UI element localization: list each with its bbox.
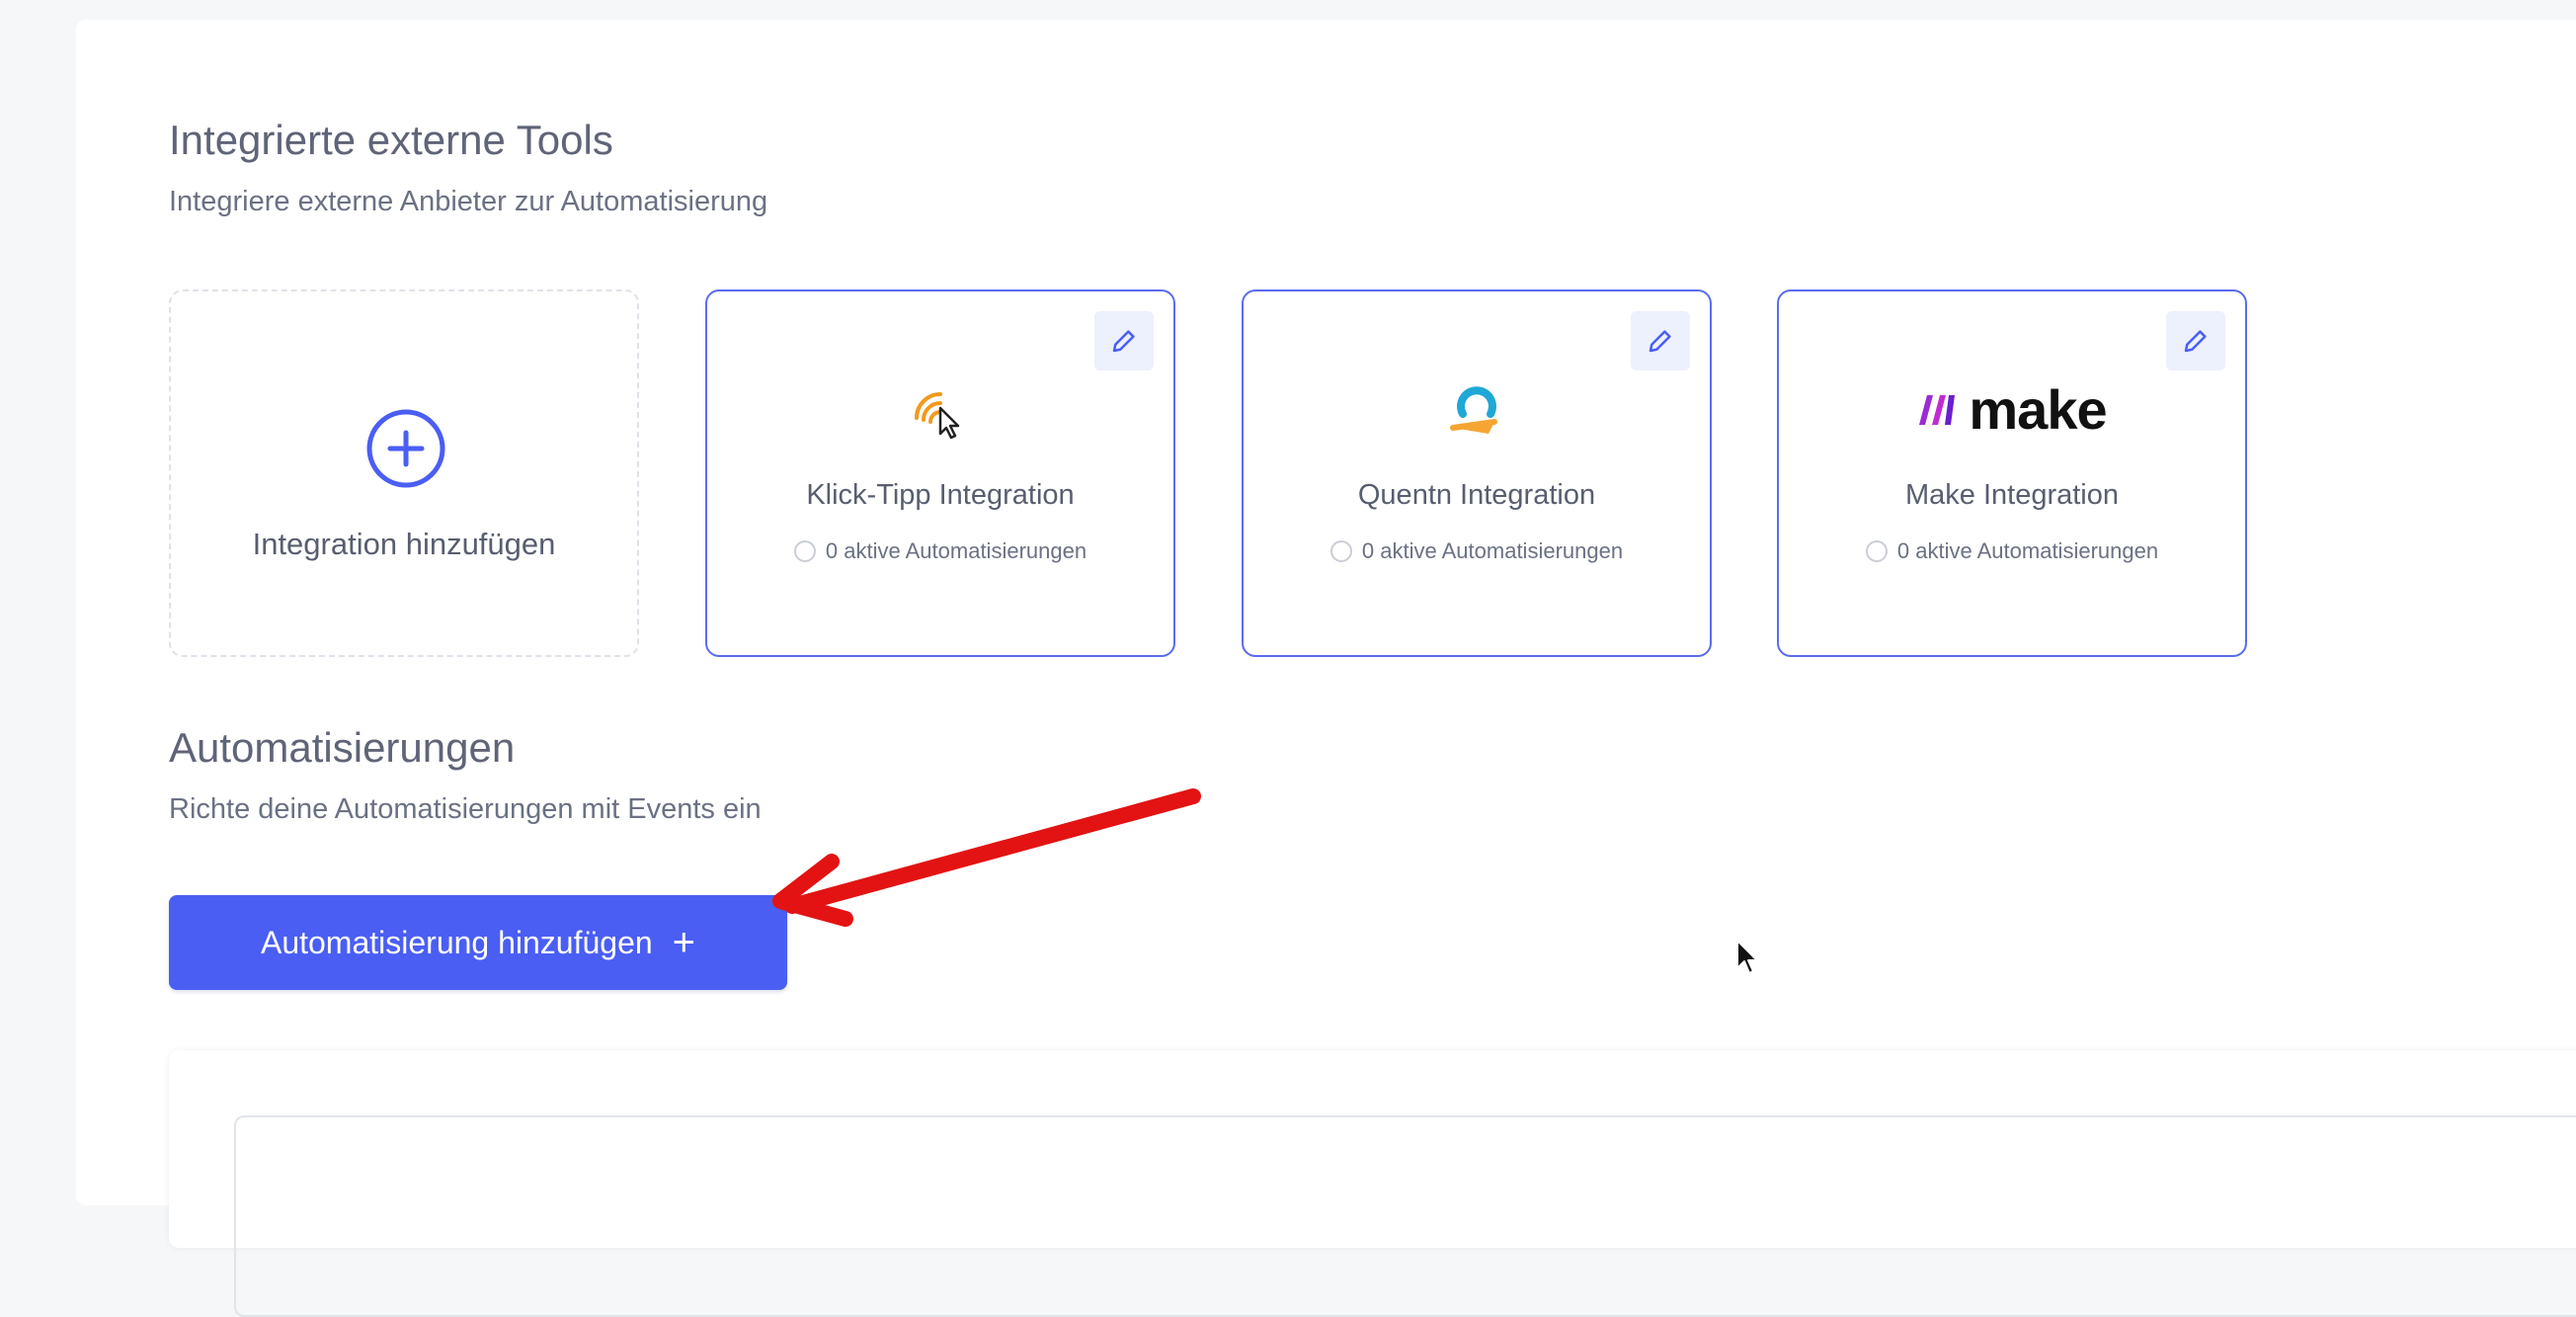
pencil-icon (1112, 330, 1135, 353)
integration-card-klick-tipp[interactable]: Klick-Tipp Integration 0 aktive Automati… (705, 289, 1175, 657)
integration-status: 0 aktive Automatisierungen (707, 538, 1173, 564)
integration-name: Make Integration (1904, 479, 2119, 511)
add-integration-card[interactable]: Integration hinzufügen (169, 289, 639, 657)
integration-card-make[interactable]: make Make Integration 0 aktive Automatis… (1777, 289, 2247, 657)
integrations-subtitle: Integriere externe Anbieter zur Automati… (169, 186, 768, 217)
pencil-icon (2184, 330, 2207, 353)
status-text: 0 aktive Automatisierungen (1361, 538, 1624, 563)
status-text: 0 aktive Automatisierungen (825, 538, 1087, 563)
integration-name: Klick-Tipp Integration (806, 479, 1075, 511)
integrations-title: Integrierte externe Tools (169, 117, 613, 163)
integration-card-quentn[interactable]: Quentn Integration 0 aktive Automatisier… (1242, 289, 1712, 657)
status-circle-icon (1329, 540, 1352, 562)
automations-subtitle: Richte deine Automatisierungen mit Event… (169, 793, 762, 825)
automations-table-container (169, 1050, 2576, 1317)
automations-title: Automatisierungen (169, 724, 516, 771)
integration-status: 0 aktive Automatisierungen (1779, 538, 2245, 564)
add-integration-label: Integration hinzufügen (252, 527, 556, 561)
edit-button[interactable] (1631, 311, 1690, 370)
make-wordmark: make (1969, 378, 2107, 441)
klick-tipp-logo (707, 378, 1173, 442)
edit-button[interactable] (2166, 311, 2225, 370)
make-mark-icon (1919, 395, 1956, 425)
plus-icon: + (672, 921, 696, 964)
mouse-cursor-icon (1736, 940, 1758, 974)
make-logo: make (1779, 378, 2245, 442)
edit-button[interactable] (1094, 311, 1154, 370)
add-automation-label: Automatisierung hinzufügen (260, 924, 653, 960)
status-text: 0 aktive Automatisierungen (1896, 538, 2159, 563)
integration-name: Quentn Integration (1357, 479, 1596, 511)
integration-status: 0 aktive Automatisierungen (1244, 538, 1710, 564)
status-circle-icon (793, 540, 816, 562)
quentn-logo (1244, 378, 1710, 442)
plus-circle-icon (366, 409, 445, 488)
automations-table (234, 1115, 2576, 1317)
add-automation-button[interactable]: Automatisierung hinzufügen + (169, 895, 787, 990)
pencil-icon (1649, 330, 1671, 353)
status-circle-icon (1865, 540, 1888, 562)
